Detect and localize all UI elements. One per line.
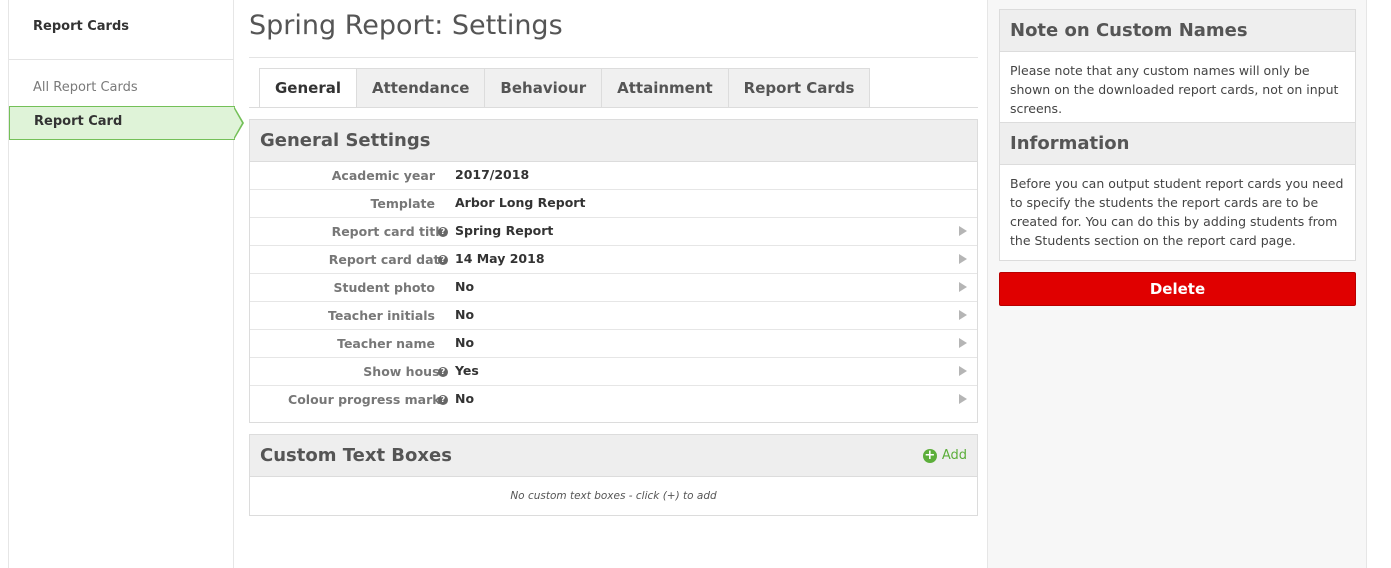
delete-button[interactable]: Delete bbox=[999, 272, 1356, 306]
tab-bar-underline bbox=[249, 107, 978, 108]
setting-value: No bbox=[455, 335, 475, 350]
setting-label: Teacher initials bbox=[328, 308, 435, 323]
setting-value: No bbox=[455, 279, 475, 294]
sidebar-item-report-card[interactable]: Report Card bbox=[9, 106, 235, 140]
general-settings-panel: General Settings Academic year 2017/2018… bbox=[249, 119, 978, 423]
setting-label: Teacher name bbox=[337, 336, 435, 351]
plus-circle-icon: + bbox=[922, 447, 937, 463]
active-pointer-arrow-fill bbox=[233, 107, 242, 139]
setting-row-report-card-date[interactable]: Report card date ? 14 May 2018 bbox=[250, 246, 977, 274]
custom-text-boxes-header: Custom Text Boxes + Add bbox=[250, 435, 977, 477]
setting-label: Student photo bbox=[333, 280, 435, 295]
chevron-right-icon bbox=[959, 310, 967, 320]
setting-label: Academic year bbox=[331, 168, 435, 183]
information-box-body: Before you can output student report car… bbox=[1010, 176, 1344, 248]
right-sidebar: Note on Custom Names Please note that an… bbox=[987, 0, 1367, 568]
custom-text-boxes-panel: Custom Text Boxes + Add No custom text b… bbox=[249, 434, 978, 516]
chevron-right-icon bbox=[959, 254, 967, 264]
page-title: Spring Report: Settings bbox=[249, 10, 563, 41]
note-box-header: Note on Custom Names bbox=[1000, 10, 1355, 52]
note-box-title: Note on Custom Names bbox=[1010, 20, 1248, 41]
information-box-title: Information bbox=[1010, 133, 1130, 154]
general-settings-title: General Settings bbox=[260, 130, 431, 151]
help-icon[interactable]: ? bbox=[438, 395, 448, 405]
sidebar-heading: Report Cards bbox=[33, 19, 129, 34]
tab-attainment[interactable]: Attainment bbox=[602, 68, 729, 108]
chevron-right-icon bbox=[959, 366, 967, 376]
setting-row-teacher-initials[interactable]: Teacher initials No bbox=[250, 302, 977, 330]
title-divider bbox=[249, 57, 978, 58]
tab-attendance[interactable]: Attendance bbox=[357, 68, 486, 108]
tab-behaviour[interactable]: Behaviour bbox=[485, 68, 603, 108]
general-settings-header: General Settings bbox=[250, 120, 977, 162]
setting-row-show-house[interactable]: Show house ? Yes bbox=[250, 358, 977, 386]
note-box: Note on Custom Names Please note that an… bbox=[999, 9, 1356, 129]
chevron-right-icon bbox=[959, 394, 967, 404]
setting-value: Spring Report bbox=[455, 223, 554, 238]
add-custom-text-box-button[interactable]: + Add bbox=[922, 447, 967, 463]
settings-list: Academic year 2017/2018 Template Arbor L… bbox=[250, 162, 977, 422]
sidebar: Report Cards All Report Cards Report Car… bbox=[8, 0, 235, 568]
tab-bar: General Attendance Behaviour Attainment … bbox=[259, 68, 871, 108]
setting-label: Colour progress marks bbox=[288, 392, 448, 407]
setting-label: Report card date bbox=[328, 252, 448, 267]
sidebar-item-all-report-cards[interactable]: All Report Cards bbox=[33, 80, 138, 95]
app-root: Report Cards All Report Cards Report Car… bbox=[0, 0, 1391, 568]
add-label: Add bbox=[941, 448, 967, 463]
setting-label: Show house bbox=[363, 364, 448, 379]
setting-value: No bbox=[455, 391, 475, 406]
setting-label: Template bbox=[370, 196, 436, 211]
setting-value: No bbox=[455, 307, 475, 322]
setting-row-academic-year: Academic year 2017/2018 bbox=[250, 162, 977, 190]
sidebar-divider bbox=[9, 59, 234, 60]
note-box-body: Please note that any custom names will o… bbox=[1010, 63, 1339, 116]
setting-row-teacher-name[interactable]: Teacher name No bbox=[250, 330, 977, 358]
chevron-right-icon bbox=[959, 226, 967, 236]
setting-value: Yes bbox=[455, 363, 479, 378]
help-icon[interactable]: ? bbox=[438, 255, 448, 265]
sidebar-item-label: Report Card bbox=[34, 114, 123, 129]
setting-row-colour-progress-marks[interactable]: Colour progress marks ? No bbox=[250, 386, 977, 422]
help-icon[interactable]: ? bbox=[438, 367, 448, 377]
information-box: Information Before you can output studen… bbox=[999, 122, 1356, 261]
setting-value: 14 May 2018 bbox=[455, 251, 545, 266]
setting-row-template: Template Arbor Long Report bbox=[250, 190, 977, 218]
tab-report-cards[interactable]: Report Cards bbox=[728, 68, 871, 108]
information-box-header: Information bbox=[1000, 123, 1355, 165]
custom-text-boxes-title: Custom Text Boxes bbox=[260, 445, 452, 466]
help-icon[interactable]: ? bbox=[438, 227, 448, 237]
setting-value: Arbor Long Report bbox=[455, 195, 586, 210]
chevron-right-icon bbox=[959, 338, 967, 348]
empty-state-message: No custom text boxes - click (+) to add bbox=[510, 490, 717, 502]
setting-value: 2017/2018 bbox=[455, 167, 530, 182]
tab-general[interactable]: General bbox=[259, 68, 357, 108]
setting-label: Report card title bbox=[331, 224, 448, 239]
chevron-right-icon bbox=[959, 282, 967, 292]
setting-row-student-photo[interactable]: Student photo No bbox=[250, 274, 977, 302]
setting-row-report-card-title[interactable]: Report card title ? Spring Report bbox=[250, 218, 977, 246]
